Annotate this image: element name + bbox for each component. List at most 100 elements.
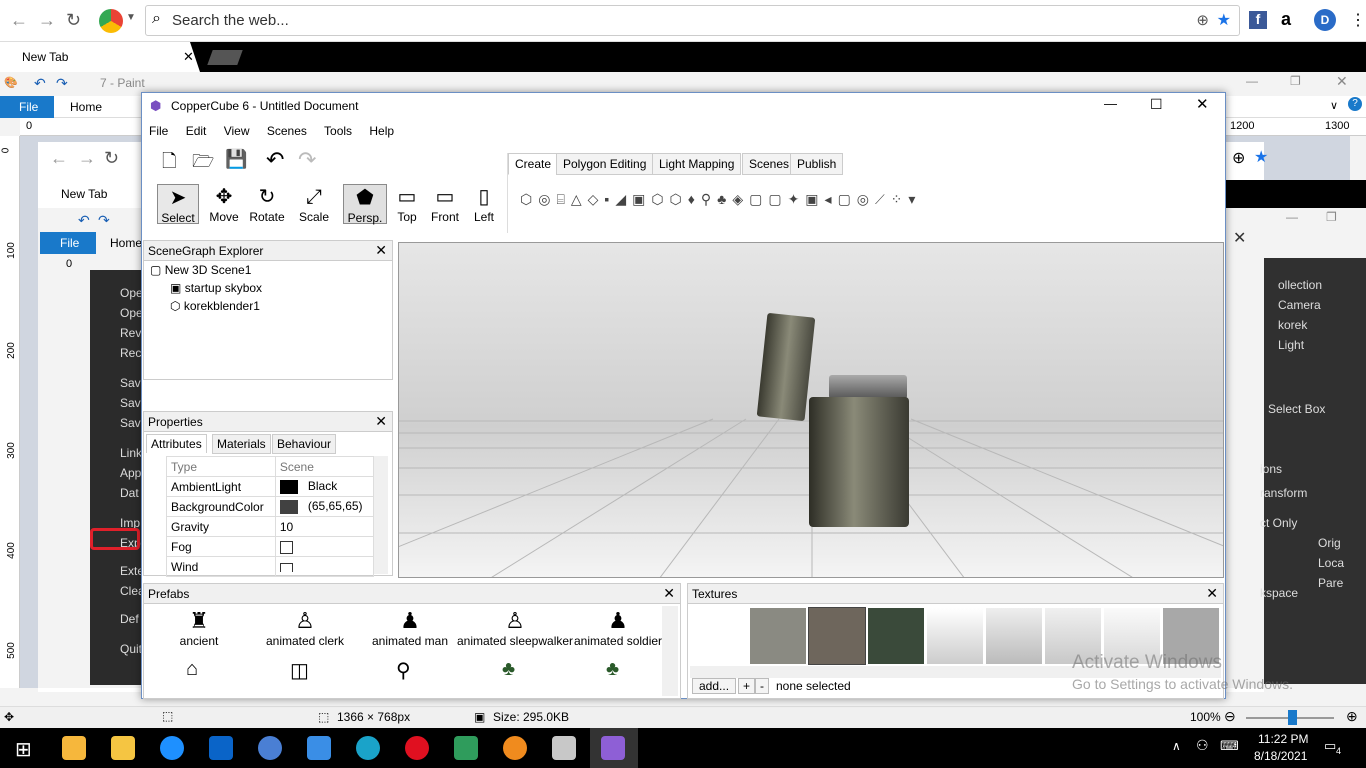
property-value-cell[interactable]: Black bbox=[274, 476, 375, 497]
plus-button[interactable]: + bbox=[738, 678, 756, 694]
property-value-cell[interactable] bbox=[274, 536, 375, 557]
close-icon[interactable]: ✕ bbox=[375, 413, 387, 430]
prefab-animated-clerk[interactable]: ♙ animated clerk bbox=[260, 608, 350, 648]
back-icon[interactable]: ← bbox=[10, 10, 28, 31]
paint-file-tab[interactable]: File bbox=[0, 96, 54, 118]
close-icon[interactable]: ✕ bbox=[375, 242, 387, 259]
texture-thumbnail[interactable] bbox=[927, 608, 983, 664]
property-value[interactable]: 10 bbox=[274, 516, 375, 537]
tab-create[interactable]: Create bbox=[508, 153, 559, 175]
tab-scenes[interactable]: Scenes bbox=[742, 153, 797, 175]
skybox-item[interactable]: ▣ startup skybox bbox=[170, 281, 262, 295]
tab-polygon-editing[interactable]: Polygon Editing bbox=[556, 153, 654, 175]
menu-view[interactable]: View bbox=[224, 124, 250, 138]
clock-time[interactable]: 11:22 PM bbox=[1258, 732, 1308, 746]
notification-icon[interactable]: ▭ bbox=[1324, 738, 1336, 754]
restore-icon[interactable]: ❐ bbox=[1290, 74, 1301, 88]
texture-thumbnail[interactable] bbox=[868, 608, 924, 664]
property-value-cell[interactable]: (65,65,65) bbox=[274, 496, 375, 517]
file-explorer-icon[interactable] bbox=[111, 736, 135, 760]
texture-thumbnail[interactable] bbox=[750, 608, 806, 664]
store-icon[interactable] bbox=[62, 736, 86, 760]
close-icon[interactable]: ✕ bbox=[1196, 95, 1209, 113]
properties-scrollbar[interactable] bbox=[374, 456, 388, 574]
network-icon[interactable]: ⚇ bbox=[1196, 737, 1209, 754]
left-view-button[interactable]: ▯ Left bbox=[469, 184, 499, 224]
texture-thumbnail[interactable] bbox=[808, 607, 866, 665]
prefab-animated-man[interactable]: ♟ animated man bbox=[366, 608, 454, 648]
minimize-icon[interactable]: — bbox=[1104, 96, 1117, 111]
menu-scenes[interactable]: Scenes bbox=[267, 124, 307, 138]
keyboard-icon[interactable]: ⌨ bbox=[1220, 738, 1239, 754]
zoom-slider-thumb[interactable] bbox=[1288, 710, 1297, 725]
box-icon[interactable]: ◫ bbox=[290, 658, 309, 683]
opera-icon[interactable] bbox=[405, 736, 429, 760]
top-view-button[interactable]: ▭ Top bbox=[392, 184, 422, 224]
redo-icon[interactable]: ↷ bbox=[298, 147, 316, 173]
front-view-button[interactable]: ▭ Front bbox=[427, 184, 463, 224]
amazon-icon[interactable]: a bbox=[1281, 9, 1291, 30]
close-icon[interactable]: ✕ bbox=[663, 585, 675, 602]
table-row[interactable]: BackgroundColor (65,65,65) bbox=[166, 496, 375, 517]
chevron-up-icon[interactable]: ∧ bbox=[1172, 739, 1181, 753]
photos-icon[interactable] bbox=[454, 736, 478, 760]
mail-icon[interactable] bbox=[209, 736, 233, 760]
bookmark-star-icon[interactable]: ★ bbox=[1217, 10, 1231, 30]
tree-icon[interactable]: ♣ bbox=[502, 658, 515, 681]
fog-checkbox[interactable] bbox=[279, 540, 293, 554]
prefab-ancient[interactable]: ♜ ancient bbox=[174, 608, 224, 648]
perspective-view-button[interactable]: ⬟ Persp. bbox=[343, 184, 387, 225]
move-tool-button[interactable]: ✥ Move bbox=[204, 184, 244, 224]
paint-icon[interactable] bbox=[552, 736, 576, 760]
scale-tool-button[interactable]: ⤢ Scale bbox=[294, 184, 334, 224]
coppercube-icon[interactable] bbox=[601, 736, 625, 760]
help-icon[interactable]: ? bbox=[1348, 97, 1362, 111]
menu-help[interactable]: Help bbox=[369, 124, 394, 138]
edge-icon[interactable] bbox=[356, 736, 380, 760]
camera-app-icon[interactable] bbox=[307, 736, 331, 760]
menu-dots-icon[interactable]: ⋮ bbox=[1350, 10, 1366, 30]
3d-viewport[interactable] bbox=[398, 242, 1224, 578]
tab-publish[interactable]: Publish bbox=[790, 153, 844, 175]
minimize-icon[interactable]: — bbox=[1246, 74, 1258, 88]
rotate-tool-button[interactable]: ↻ Rotate bbox=[247, 184, 287, 224]
new-file-icon[interactable]: 🗋 bbox=[162, 149, 176, 179]
omnibox[interactable]: ⌕ Search the web... ⊕ ★ bbox=[145, 5, 1240, 36]
close-tab-icon[interactable]: ✕ bbox=[183, 49, 194, 65]
table-row[interactable]: Fog bbox=[166, 536, 375, 557]
table-row[interactable]: Wind bbox=[166, 556, 375, 577]
menu-file[interactable]: File bbox=[149, 124, 168, 138]
internet-explorer-icon[interactable] bbox=[160, 736, 184, 760]
menu-edit[interactable]: Edit bbox=[186, 124, 207, 138]
tab-materials[interactable]: Materials bbox=[212, 434, 271, 454]
mesh-item[interactable]: ⬡ korekblender1 bbox=[170, 299, 260, 313]
chevron-down-icon[interactable]: ▼ bbox=[126, 12, 136, 23]
select-tool-button[interactable]: ➤ Select bbox=[157, 184, 199, 225]
zoom-icon[interactable]: ⊕ bbox=[1196, 11, 1209, 29]
menu-tools[interactable]: Tools bbox=[324, 124, 352, 138]
tab-behaviour[interactable]: Behaviour bbox=[272, 434, 337, 454]
tab-attributes[interactable]: Attributes bbox=[146, 434, 207, 453]
add-texture-button[interactable]: add... bbox=[692, 678, 737, 694]
property-value-cell[interactable] bbox=[274, 556, 375, 577]
undo-icon[interactable]: ↶ bbox=[34, 75, 46, 92]
reload-icon[interactable]: ↻ bbox=[66, 10, 81, 31]
open-folder-icon[interactable]: 🗁 bbox=[192, 149, 214, 179]
zoom-in-icon[interactable]: ⊕ bbox=[1346, 708, 1358, 725]
zoom-out-icon[interactable]: ⊖ bbox=[1224, 708, 1236, 725]
tree-icon[interactable]: ♣ bbox=[606, 658, 619, 681]
prefab-animated-soldier[interactable]: ♟ animated soldier bbox=[574, 608, 662, 648]
prefab-animated-sleepwalker[interactable]: ♙ animated sleepwalker bbox=[456, 608, 574, 648]
redo-icon[interactable]: ↷ bbox=[56, 75, 68, 92]
chrome-logo-icon[interactable] bbox=[99, 9, 123, 33]
table-row[interactable]: AmbientLight Black bbox=[166, 476, 375, 497]
clock-date[interactable]: 8/18/2021 bbox=[1254, 749, 1307, 763]
tab-light-mapping[interactable]: Light Mapping bbox=[652, 153, 742, 175]
texture-thumbnail[interactable] bbox=[986, 608, 1042, 664]
chrome-icon[interactable] bbox=[258, 736, 282, 760]
forward-icon[interactable]: → bbox=[38, 10, 56, 31]
create-object-icons[interactable]: ⬡◎⌸△◇▪◢▣⬡⬡♦⚲♣◈▢▢✦▣◂▢◎⟋⁘▾ bbox=[520, 191, 921, 208]
wind-checkbox[interactable] bbox=[279, 562, 293, 572]
title-bar[interactable]: ⬢ CopperCube 6 - Untitled Document — ☐ ✕ bbox=[142, 93, 1225, 119]
table-row[interactable]: Gravity 10 bbox=[166, 516, 375, 537]
